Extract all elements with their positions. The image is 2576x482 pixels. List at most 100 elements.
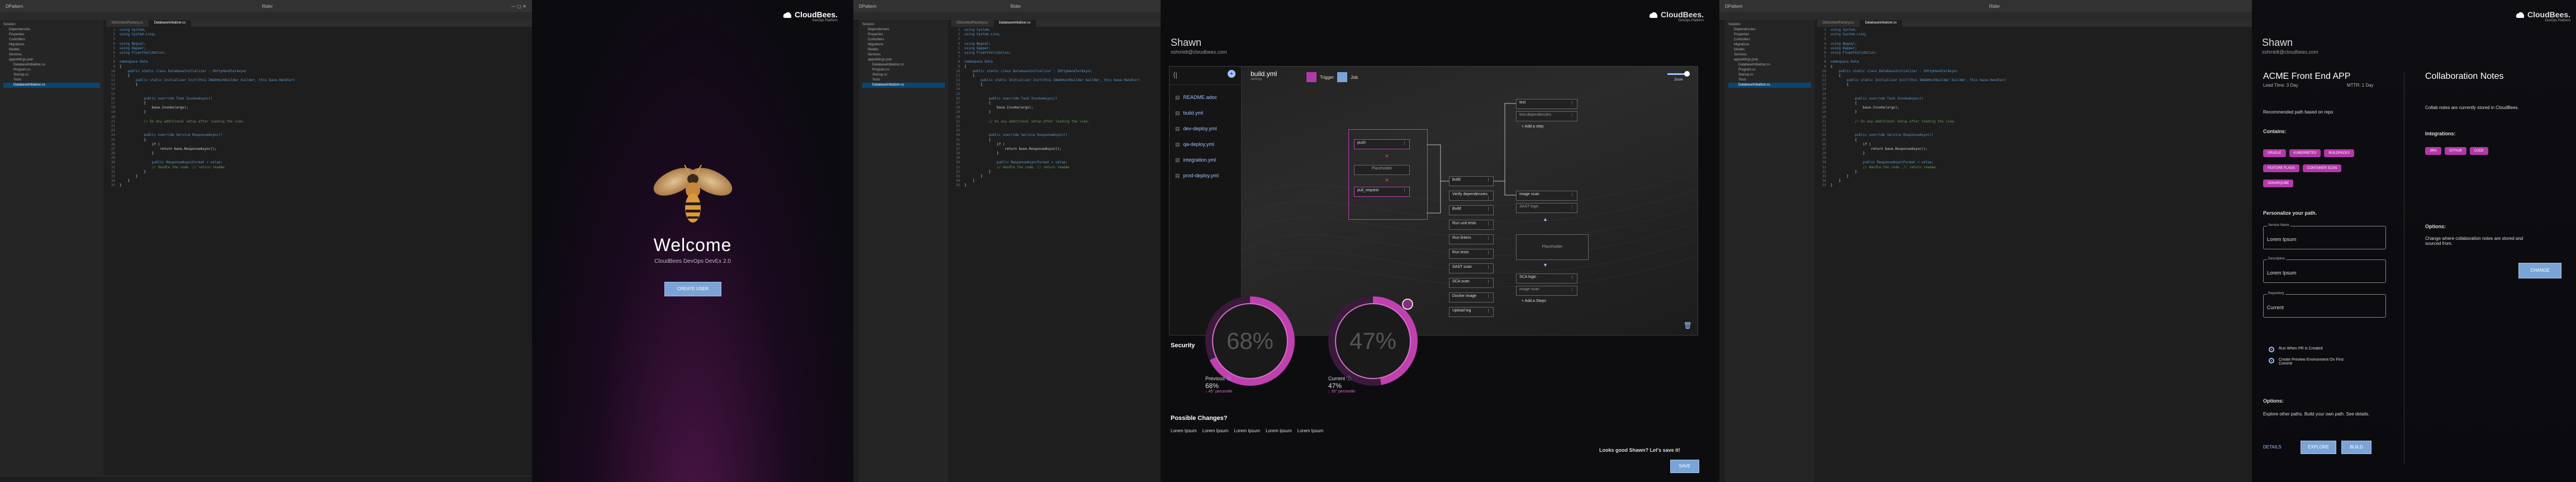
tree-item[interactable]: Services bbox=[3, 53, 100, 58]
tree-item[interactable]: appsettings.json bbox=[3, 58, 100, 63]
trigger-button[interactable]: Trigger bbox=[1306, 72, 1334, 82]
tree-item[interactable]: Properties bbox=[3, 32, 100, 37]
node-menu-icon[interactable]: ⋮ bbox=[1486, 178, 1490, 182]
node-menu-icon[interactable]: ⋮ bbox=[1486, 207, 1490, 211]
change-button[interactable]: CHANGE bbox=[2518, 263, 2561, 278]
tag-pill[interactable]: SONARQUBE bbox=[2263, 179, 2294, 187]
remove-icon-2[interactable]: ✕ bbox=[1385, 177, 1389, 183]
node-menu-icon[interactable]: ⋮ bbox=[1403, 188, 1406, 193]
tree-item[interactable]: Startup.cs bbox=[3, 73, 100, 78]
build-step[interactable]: Upload log ⋮ bbox=[1449, 307, 1494, 317]
code-editor-2[interactable]: DbContextFactory.cs DatabaseInitializer.… bbox=[951, 20, 1161, 482]
file-list-item[interactable]: ▤ qa-deploy.yml bbox=[1175, 136, 1235, 152]
tree-item[interactable]: appsettings.json bbox=[862, 58, 945, 63]
details-button[interactable]: DETAILS bbox=[2263, 445, 2282, 450]
node-menu-icon[interactable]: ⋮ bbox=[1570, 275, 1574, 280]
tab-initializer-2[interactable]: DatabaseInitializer.cs bbox=[993, 20, 1037, 27]
node-image-scan[interactable]: image scan ⋮ bbox=[1516, 191, 1577, 201]
tree-item[interactable]: DatabaseInitializer.cs bbox=[3, 63, 100, 68]
code-area-2[interactable]: 1 using System; 2 using System.Linq; 3 4 using… bbox=[951, 27, 1161, 190]
change-item[interactable]: Lorem Ipsum bbox=[1234, 428, 1260, 433]
tag-pill[interactable]: JIRA bbox=[2425, 147, 2442, 155]
tree-item[interactable]: Models bbox=[1728, 48, 1811, 53]
tree-item[interactable]: Tests bbox=[862, 78, 945, 83]
service-name-field[interactable]: Service Name Lorem Ipsum bbox=[2263, 224, 2386, 249]
tree-item[interactable]: Services bbox=[862, 53, 945, 58]
gauge-knob[interactable] bbox=[1402, 299, 1413, 310]
node-menu-icon[interactable]: ⋮ bbox=[1570, 101, 1574, 105]
build-step[interactable]: Run linters ⋮ bbox=[1449, 234, 1494, 244]
sidebar-toggle-icon[interactable]: ⟨| bbox=[1173, 71, 1177, 79]
node-menu-icon[interactable]: ⋮ bbox=[1403, 141, 1406, 145]
zoom-slider[interactable]: Zoom bbox=[1667, 70, 1690, 82]
build-step[interactable]: Docker image ⋮ bbox=[1449, 292, 1494, 303]
add-step-link[interactable]: + Add a step bbox=[1522, 125, 1543, 129]
zoom-thumb[interactable] bbox=[1684, 71, 1690, 77]
tree-item[interactable]: Dependencies bbox=[1728, 27, 1811, 32]
tree-item[interactable]: DatabaseInitializer.cs bbox=[1728, 63, 1811, 68]
tree-item[interactable]: Tests bbox=[3, 78, 100, 83]
build-step[interactable]: SAST scan ⋮ bbox=[1449, 263, 1494, 273]
node-deploy[interactable]: SCA logic ⋮ bbox=[1516, 273, 1577, 283]
add-file-icon[interactable]: + bbox=[1228, 70, 1235, 78]
node-build[interactable]: build ⋮ bbox=[1449, 176, 1494, 186]
build-step[interactable]: Verify dependencies ⋮ bbox=[1449, 191, 1494, 201]
tree-item[interactable]: DatabaseInitializer.cs bbox=[862, 83, 945, 88]
node-menu-icon[interactable]: ⋮ bbox=[1486, 280, 1490, 284]
node-test[interactable]: test ⋮ bbox=[1516, 99, 1577, 109]
tree-item[interactable]: Migrations bbox=[1728, 42, 1811, 48]
file-list-item[interactable]: ▤ build.yml bbox=[1175, 105, 1235, 121]
node-menu-icon[interactable]: ⋮ bbox=[1486, 236, 1490, 240]
node-image-sub[interactable]: SAST logic ⋮ bbox=[1516, 203, 1577, 213]
tree-item[interactable]: Program.cs bbox=[1728, 68, 1811, 73]
tag-pill[interactable]: FEATURE FLAGS bbox=[2263, 164, 2299, 172]
build-step[interactable]: Build ⋮ bbox=[1449, 205, 1494, 215]
ide-branch-3[interactable]: DPattern bbox=[1725, 4, 1743, 9]
tree-item[interactable]: Controllers bbox=[1728, 37, 1811, 42]
node-push[interactable]: push ⋮ bbox=[1354, 139, 1410, 149]
tree-item[interactable]: appsettings.json bbox=[1728, 58, 1811, 63]
node-test-sub[interactable]: test.dependencies ⋮ bbox=[1516, 111, 1577, 121]
code-area-3[interactable]: 1 using System; 2 using System.Linq; 3 4 using… bbox=[1817, 27, 2252, 190]
move-down-icon[interactable]: ▼ bbox=[1543, 262, 1548, 268]
node-menu-icon[interactable]: ⋮ bbox=[1486, 251, 1490, 255]
move-up-icon[interactable]: ▲ bbox=[1543, 216, 1548, 222]
create-user-button[interactable]: CREATE USER bbox=[664, 282, 721, 296]
option-radio-1[interactable] bbox=[2269, 347, 2274, 352]
tree-item[interactable]: Properties bbox=[862, 32, 945, 37]
tree-item[interactable]: Dependencies bbox=[862, 27, 945, 32]
tab-dbcontext-2[interactable]: DbContextFactory.cs bbox=[951, 20, 994, 27]
tree-item[interactable]: Solution bbox=[1728, 22, 1811, 27]
file-list-item[interactable]: ▤ README.adoc bbox=[1175, 89, 1235, 105]
node-menu-icon[interactable]: ⋮ bbox=[1570, 113, 1574, 117]
tag-pill[interactable]: GITHUB bbox=[2445, 147, 2466, 155]
node-menu-icon[interactable]: ⋮ bbox=[1486, 309, 1490, 313]
tree-item[interactable]: Startup.cs bbox=[1728, 73, 1811, 78]
save-button[interactable]: SAVE bbox=[1670, 460, 1699, 473]
tag-pill[interactable]: CONTAINER SCAN bbox=[2302, 164, 2342, 172]
tree-item[interactable]: Tests bbox=[1728, 78, 1811, 83]
tree-item[interactable]: Migrations bbox=[862, 42, 945, 48]
tag-pill[interactable]: BUILDPACKS bbox=[2324, 149, 2354, 157]
code-area[interactable]: 1 using System; 2 using System.Linq; 3 4 using… bbox=[106, 27, 532, 190]
job-button[interactable]: Job bbox=[1337, 72, 1358, 82]
node-menu-icon[interactable]: ⋮ bbox=[1486, 196, 1490, 201]
window-controls-icon[interactable]: — ▢ ✕ bbox=[511, 4, 526, 9]
tab-initializer-3[interactable]: DatabaseInitializer.cs bbox=[1859, 20, 1903, 27]
tree-item[interactable]: DatabaseInitializer.cs bbox=[862, 63, 945, 68]
ide-branch-2[interactable]: DPattern bbox=[859, 4, 877, 9]
change-item[interactable]: Lorem Ipsum bbox=[1171, 428, 1197, 433]
option-radio-2[interactable] bbox=[2269, 358, 2274, 363]
tree-item[interactable]: DatabaseInitializer.cs bbox=[3, 83, 100, 88]
code-editor[interactable]: DbContextFactory.cs DatabaseInitializer.… bbox=[106, 20, 532, 482]
code-editor-3[interactable]: DbContextFactory.cs DatabaseInitializer.… bbox=[1817, 20, 2252, 482]
node-deploy-2[interactable]: image scan ⋮ bbox=[1516, 286, 1577, 296]
info-icon[interactable]: ⓘ bbox=[1227, 376, 1232, 381]
tab-dbcontext-3[interactable]: DbContextFactory.cs bbox=[1817, 20, 1860, 27]
build-step[interactable]: Run tests ⋮ bbox=[1449, 249, 1494, 259]
tag-pill[interactable]: KUBERNETES bbox=[2289, 149, 2321, 157]
file-list-item[interactable]: ▤ prod-deploy.yml bbox=[1175, 168, 1235, 183]
node-menu-icon[interactable]: ⋮ bbox=[1570, 192, 1574, 197]
node-menu-icon[interactable]: ⋮ bbox=[1570, 205, 1574, 209]
build-step[interactable]: SCA scan ⋮ bbox=[1449, 278, 1494, 288]
